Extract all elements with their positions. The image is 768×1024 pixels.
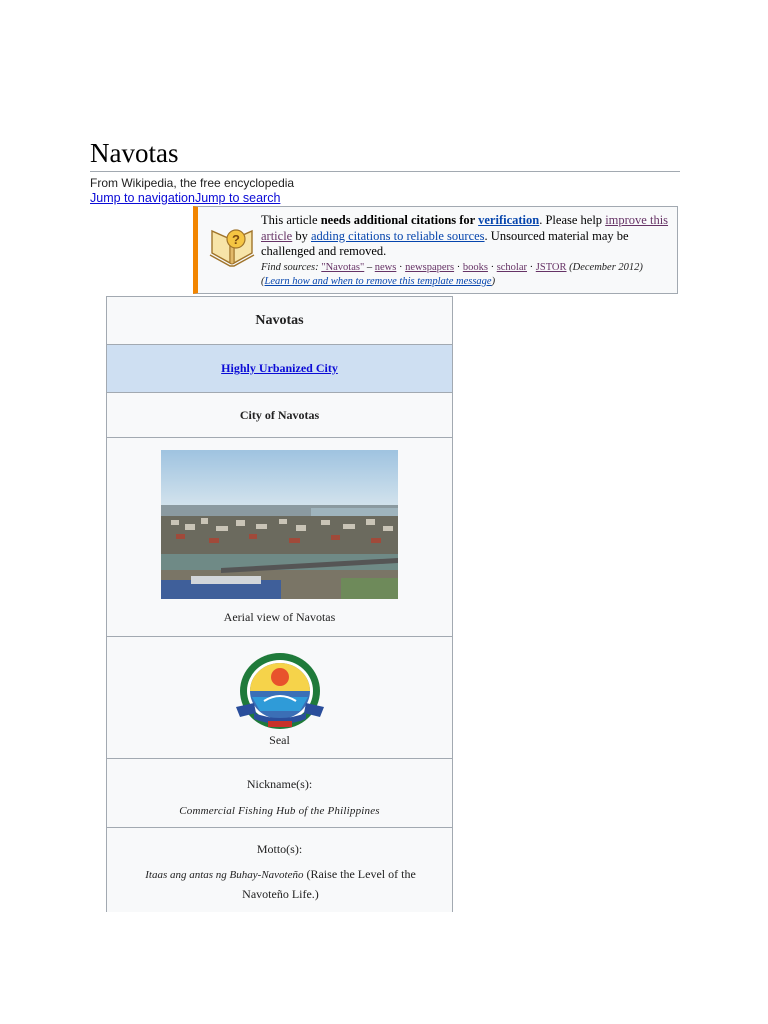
paren: ): [491, 275, 496, 287]
notice-text: This article needs additional citations …: [261, 213, 671, 289]
title-divider: [90, 171, 680, 172]
separator: ·: [527, 261, 536, 273]
learn-remove-template-link[interactable]: Learn how and when to remove this templa…: [265, 276, 492, 287]
jump-to-search-link[interactable]: Jump to search: [195, 191, 280, 205]
citation-notice: ? This article needs additional citation…: [193, 206, 678, 294]
adding-citations-link[interactable]: adding citations to reliable sources: [311, 229, 485, 243]
notice-emphasis: needs additional citations for: [320, 213, 479, 227]
jump-to-navigation-link[interactable]: Jump to navigation: [90, 191, 195, 205]
find-sources-label: Find sources:: [261, 261, 319, 273]
nickname-row: Nickname(s): Commercial Fishing Hub of t…: [107, 759, 452, 828]
infobox: Navotas Highly Urbanized City City of Na…: [106, 296, 453, 912]
notice-text-part: by: [292, 228, 311, 243]
site-tagline: From Wikipedia, the free encyclopedia: [90, 176, 295, 190]
motto-native: Itaas ang antas ng Buhay-Navoteño: [145, 869, 304, 881]
notice-text-part: This article: [261, 213, 321, 227]
verification-link[interactable]: verification: [478, 213, 539, 227]
source-newspapers-link[interactable]: newspapers: [405, 262, 454, 273]
jump-links: Jump to navigationJump to search: [90, 191, 280, 205]
find-sources: Find sources: "Navotas" – news · newspap…: [261, 261, 671, 289]
motto-label: Motto(s):: [256, 842, 303, 856]
nickname-value: Commercial Fishing Hub of the Philippine…: [179, 805, 380, 817]
infobox-type-row: Highly Urbanized City: [107, 345, 452, 393]
nickname-label: Nickname(s):: [246, 777, 313, 791]
photo-row: Aerial view of Navotas: [107, 438, 452, 637]
separator: –: [364, 261, 375, 273]
source-jstor-link[interactable]: JSTOR: [536, 262, 567, 273]
aerial-photo[interactable]: [161, 450, 398, 599]
svg-text:?: ?: [232, 232, 240, 247]
source-scholar-link[interactable]: scholar: [497, 262, 527, 273]
infobox-title: Navotas: [107, 297, 452, 345]
source-news-link[interactable]: news: [375, 262, 397, 273]
photo-caption: Aerial view of Navotas: [223, 610, 336, 624]
city-type-link[interactable]: Highly Urbanized City: [221, 361, 338, 375]
separator: ·: [396, 261, 406, 273]
official-name: City of Navotas: [107, 393, 452, 438]
source-books-link[interactable]: books: [463, 262, 488, 273]
motto-value: Itaas ang antas ng Buhay-Navoteño (Raise…: [127, 865, 434, 904]
page-title: Navotas: [90, 138, 179, 168]
separator: ·: [454, 261, 463, 273]
city-seal-image[interactable]: [234, 651, 326, 731]
book-question-icon: ?: [209, 229, 255, 267]
notice-text-part: . Please help: [539, 213, 606, 227]
motto-row: Motto(s): Itaas ang antas ng Buhay-Navot…: [107, 828, 452, 912]
source-query-link[interactable]: "Navotas": [321, 262, 364, 273]
seal-row: Seal: [107, 637, 452, 759]
notice-date: (December 2012): [569, 261, 643, 273]
separator: ·: [487, 261, 497, 273]
seal-caption: Seal: [269, 733, 290, 747]
